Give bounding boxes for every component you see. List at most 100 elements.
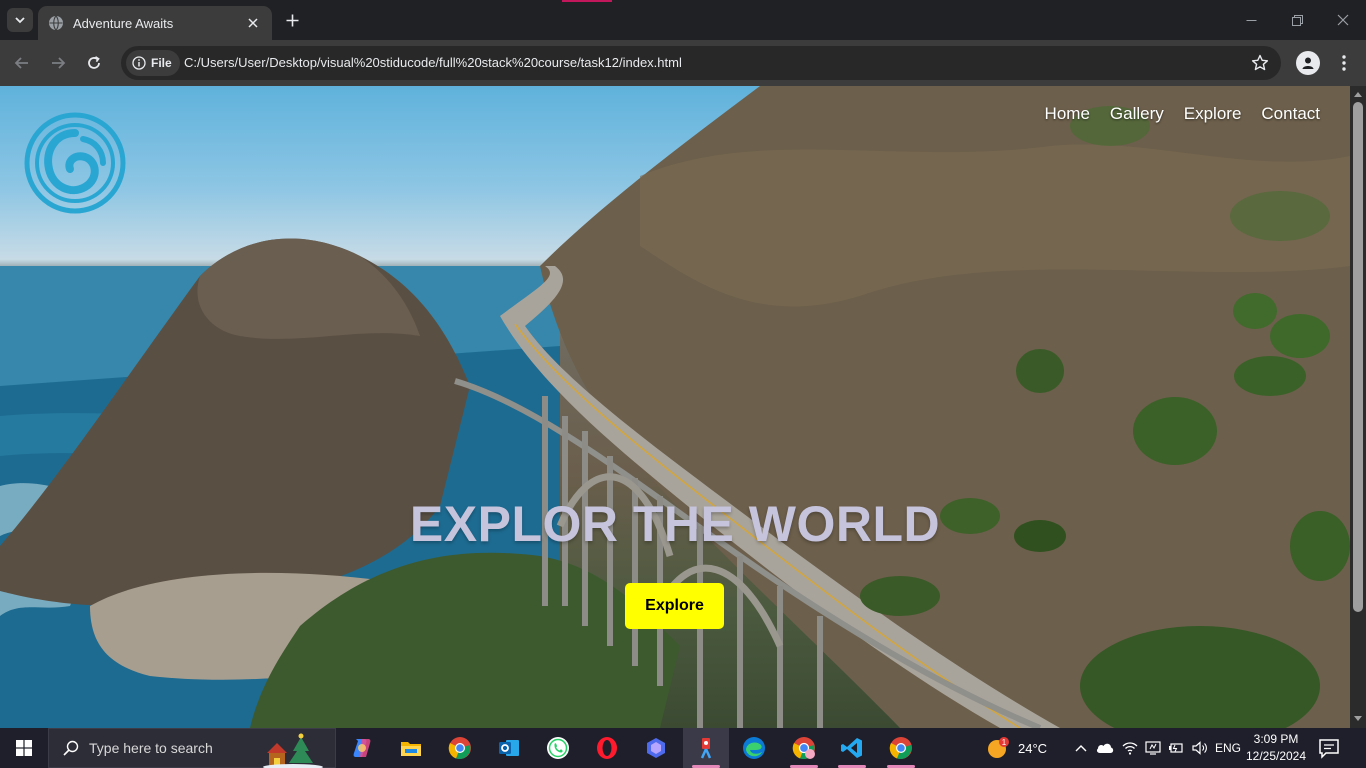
taskbar-app-opera[interactable] <box>584 728 630 768</box>
site-chip-label: File <box>151 56 172 70</box>
weather-temperature: 24°C <box>1018 740 1048 756</box>
battery-icon <box>1169 743 1183 753</box>
taskbar-app-chrome[interactable] <box>437 728 483 768</box>
taskbar-app-vscode[interactable] <box>829 728 875 768</box>
minimize-icon <box>1246 19 1256 21</box>
browser-tab[interactable]: Adventure Awaits <box>38 6 272 40</box>
address-bar[interactable]: File C:/Users/User/Desktop/visual%20stid… <box>121 46 1281 80</box>
chrome-profile-icon <box>792 737 815 760</box>
site-nav: Home Gallery Explore Contact <box>1045 104 1320 124</box>
weather-badge: 1 <box>1002 738 1007 747</box>
system-clock[interactable]: 3:09 PM 12/25/2024 <box>1244 731 1308 765</box>
browser-toolbar: File C:/Users/User/Desktop/visual%20stid… <box>0 40 1366 86</box>
nav-link-gallery[interactable]: Gallery <box>1110 104 1164 124</box>
explore-button[interactable]: Explore <box>625 583 724 629</box>
file-explorer-icon <box>401 742 421 756</box>
taskbar-app-edge[interactable] <box>731 728 777 768</box>
clock-date: 12/25/2024 <box>1245 749 1307 763</box>
scroll-thumb[interactable] <box>1353 102 1363 612</box>
restore-icon <box>1291 14 1303 26</box>
outlook-icon <box>499 740 519 756</box>
taskbar-search-placeholder: Type here to search <box>89 740 213 756</box>
copilot-icon <box>353 739 371 757</box>
arrow-right-icon <box>52 57 66 69</box>
tab-strip-accent <box>562 0 612 2</box>
taskbar-app-file-explorer[interactable] <box>388 728 434 768</box>
new-tab-button[interactable] <box>281 9 303 31</box>
browser-tab-strip: Adventure Awaits <box>0 0 1366 40</box>
tab-title: Adventure Awaits <box>73 15 174 31</box>
cloud-icon <box>1096 743 1114 753</box>
language-label: ENG <box>1214 741 1241 755</box>
hero-background-image <box>0 86 1350 728</box>
nav-link-contact[interactable]: Contact <box>1261 104 1320 124</box>
volume-tray[interactable] <box>1190 728 1210 768</box>
edge-icon <box>743 737 765 759</box>
scroll-up-arrow-icon[interactable] <box>1354 92 1362 97</box>
language-indicator[interactable]: ENG <box>1212 728 1244 768</box>
minimize-button[interactable] <box>1240 9 1262 31</box>
vscode-icon <box>841 738 862 758</box>
windows-logo-icon <box>16 740 32 756</box>
taskbar-app-copilot[interactable] <box>339 728 385 768</box>
url-text[interactable]: C:/Users/User/Desktop/visual%20stiducode… <box>184 55 682 70</box>
close-tab-button[interactable] <box>244 14 262 32</box>
info-icon <box>132 56 146 70</box>
site-logo[interactable] <box>23 111 127 215</box>
browser-menu-button[interactable] <box>1335 51 1353 75</box>
more-vert-icon <box>1342 55 1346 71</box>
page-viewport: Home Gallery Explore Contact EXPLOR THE … <box>0 86 1350 728</box>
taskbar-search[interactable]: Type here to search <box>48 728 336 768</box>
network-icon <box>1145 741 1161 755</box>
reload-button[interactable] <box>82 51 106 75</box>
network-tray[interactable] <box>1143 728 1163 768</box>
whatsapp-icon <box>547 737 569 759</box>
start-button[interactable] <box>0 728 48 768</box>
close-window-button[interactable] <box>1332 9 1354 31</box>
onedrive-tray[interactable] <box>1095 728 1115 768</box>
sun-weather-icon: 1 <box>988 737 1009 758</box>
nav-link-home[interactable]: Home <box>1045 104 1090 124</box>
plus-icon <box>286 14 298 26</box>
profile-button[interactable] <box>1296 51 1320 75</box>
chevron-up-icon <box>1075 745 1087 752</box>
windows-taskbar: Type here to search 1 24°C ENG 3:09 PM 1… <box>0 728 1366 768</box>
wifi-icon <box>1122 742 1138 755</box>
weather-widget[interactable]: 1 24°C <box>986 728 1047 768</box>
taskbar-app-chrome-profile[interactable] <box>781 728 827 768</box>
site-info-chip[interactable]: File <box>126 50 180 76</box>
hero-title: EXPLOR THE WORLD <box>409 496 941 552</box>
taskbar-app-bing[interactable] <box>633 728 679 768</box>
person-icon <box>1302 57 1314 69</box>
forward-button[interactable] <box>46 51 70 75</box>
notification-icon[interactable] <box>1318 737 1340 759</box>
show-hidden-icons-button[interactable] <box>1072 728 1090 768</box>
back-button[interactable] <box>10 51 34 75</box>
nav-link-explore[interactable]: Explore <box>1184 104 1242 124</box>
taskbar-app-whatsapp[interactable] <box>535 728 581 768</box>
battery-tray[interactable] <box>1166 728 1186 768</box>
search-icon <box>63 740 79 756</box>
taskbar-app-active[interactable] <box>683 728 729 768</box>
page-scrollbar[interactable] <box>1350 86 1366 728</box>
clock-time: 3:09 PM <box>1253 732 1299 746</box>
taskbar-app-chrome-2[interactable] <box>878 728 924 768</box>
tab-search-button[interactable] <box>7 8 33 32</box>
taskbar-app-outlook[interactable] <box>486 728 532 768</box>
close-icon <box>1337 14 1349 26</box>
restore-button[interactable] <box>1286 9 1308 31</box>
wifi-tray[interactable] <box>1120 728 1140 768</box>
chrome-icon <box>448 737 471 760</box>
scroll-down-arrow-icon[interactable] <box>1354 716 1362 721</box>
opera-icon <box>597 737 617 759</box>
bookmark-star-icon[interactable] <box>1251 54 1269 72</box>
globe-icon <box>49 15 63 31</box>
holiday-decoration-icon <box>263 733 323 768</box>
app-icon <box>700 738 712 759</box>
arrow-left-icon <box>14 57 28 69</box>
bing-icon <box>647 738 665 758</box>
reload-icon <box>88 56 100 69</box>
speaker-icon <box>1192 741 1207 755</box>
chevron-down-icon <box>15 17 25 24</box>
close-icon <box>248 18 258 28</box>
